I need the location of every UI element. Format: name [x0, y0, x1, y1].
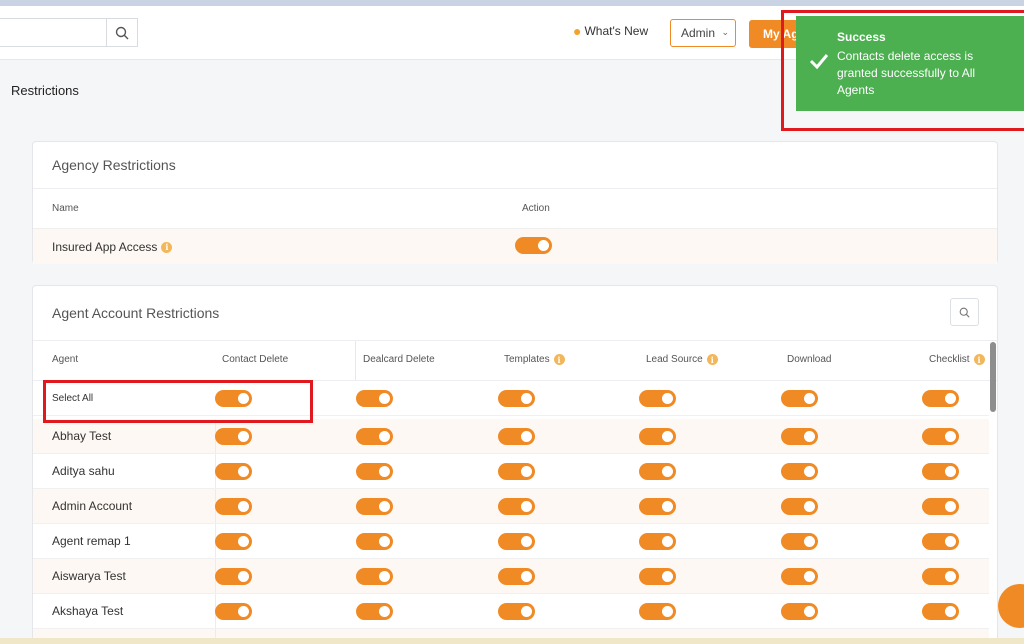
column-header-agent: Agent — [52, 354, 79, 365]
contact-delete-toggle[interactable] — [215, 498, 252, 515]
checklist-toggle[interactable] — [922, 568, 959, 585]
select-all-dealcard-delete-toggle[interactable] — [356, 390, 393, 407]
dealcard-delete-toggle[interactable] — [356, 603, 393, 620]
search-icon — [959, 307, 970, 318]
bottom-bar — [0, 638, 1024, 644]
table-search-button[interactable] — [950, 298, 979, 326]
table-row: Admin Account — [33, 489, 989, 524]
dealcard-delete-toggle[interactable] — [356, 533, 393, 550]
select-all-lead-source-toggle[interactable] — [639, 390, 676, 407]
select-all-templates-toggle[interactable] — [498, 390, 535, 407]
agent-name: Aiswarya Test — [52, 569, 126, 583]
info-icon[interactable]: i — [973, 354, 985, 365]
download-toggle[interactable] — [781, 463, 818, 480]
column-header-dealcard-delete: Dealcard Delete — [363, 354, 435, 365]
row-name: Insured App Access — [52, 240, 158, 254]
table-row: Aiswarya Test — [33, 559, 989, 594]
lead-source-toggle[interactable] — [639, 603, 676, 620]
download-toggle[interactable] — [781, 568, 818, 585]
agent-name: Abhay Test — [52, 429, 112, 443]
download-toggle[interactable] — [781, 498, 818, 515]
checklist-toggle[interactable] — [922, 533, 959, 550]
dealcard-delete-toggle[interactable] — [356, 568, 393, 585]
table-row: Akshaya Test — [33, 594, 989, 629]
download-toggle[interactable] — [781, 533, 818, 550]
admin-role-select[interactable]: Admin ⌄ — [670, 19, 736, 47]
select-all-checklist-toggle[interactable] — [922, 390, 959, 407]
templates-toggle[interactable] — [498, 603, 535, 620]
contact-delete-toggle[interactable] — [215, 463, 252, 480]
divider — [33, 340, 997, 341]
templates-toggle[interactable] — [498, 498, 535, 515]
column-header-templates: Templates i — [504, 354, 565, 365]
global-search-input[interactable] — [0, 18, 138, 47]
templates-toggle[interactable] — [498, 533, 535, 550]
dealcard-delete-toggle[interactable] — [356, 463, 393, 480]
select-all-highlight-box — [43, 380, 313, 423]
table-row: Insured App Access i — [33, 228, 997, 264]
divider — [33, 188, 997, 189]
whats-new-label: What's New — [584, 24, 649, 38]
column-header-contact-delete: Contact Delete — [222, 354, 289, 365]
checklist-toggle[interactable] — [922, 463, 959, 480]
lead-source-label: Lead Source — [646, 354, 703, 365]
checklist-toggle[interactable] — [922, 428, 959, 445]
dealcard-delete-toggle[interactable] — [356, 428, 393, 445]
lead-source-toggle[interactable] — [639, 568, 676, 585]
lead-source-toggle[interactable] — [639, 428, 676, 445]
whats-new-link[interactable]: ● What's New — [573, 23, 648, 39]
contact-delete-toggle[interactable] — [215, 603, 252, 620]
templates-toggle[interactable] — [498, 463, 535, 480]
contact-delete-toggle[interactable] — [215, 568, 252, 585]
download-toggle[interactable] — [781, 428, 818, 445]
chevron-down-icon: ⌄ — [721, 27, 729, 37]
dealcard-delete-toggle[interactable] — [356, 498, 393, 515]
table-row: Aditya sahu — [33, 454, 989, 489]
column-header-download: Download — [787, 354, 832, 365]
select-all-download-toggle[interactable] — [781, 390, 818, 407]
table-row: Agent remap 1 — [33, 524, 989, 559]
info-icon[interactable]: i — [553, 354, 565, 365]
toast-highlight-box — [781, 10, 1024, 131]
insured-app-access-toggle[interactable] — [515, 237, 552, 254]
download-toggle[interactable] — [781, 603, 818, 620]
page-title: Restrictions — [11, 83, 79, 98]
lead-source-toggle[interactable] — [639, 498, 676, 515]
agent-name: Agent remap 1 — [52, 534, 131, 548]
info-icon[interactable]: i — [706, 354, 718, 365]
contact-delete-toggle[interactable] — [215, 533, 252, 550]
column-header-lead-source: Lead Source i — [646, 354, 718, 365]
agent-name: Aditya sahu — [52, 464, 115, 478]
column-header-action: Action — [522, 203, 550, 214]
agent-account-restrictions-card: Agent Account Restrictions Agent Contact… — [32, 285, 998, 644]
checklist-toggle[interactable] — [922, 603, 959, 620]
checklist-toggle[interactable] — [922, 498, 959, 515]
chat-widget-button[interactable] — [998, 584, 1024, 628]
agent-restrictions-title: Agent Account Restrictions — [52, 305, 220, 321]
lead-source-toggle[interactable] — [639, 463, 676, 480]
agent-name: Akshaya Test — [52, 604, 124, 618]
lead-source-toggle[interactable] — [639, 533, 676, 550]
header-separator — [355, 341, 356, 381]
checklist-label: Checklist — [929, 354, 970, 365]
agent-name: Admin Account — [52, 499, 133, 513]
contact-delete-toggle[interactable] — [215, 428, 252, 445]
table-row: Abhay Test — [33, 419, 989, 454]
info-icon[interactable]: i — [161, 241, 173, 253]
agency-restrictions-card: Agency Restrictions Name Action Insured … — [32, 141, 998, 264]
flame-icon: ● — [573, 23, 582, 39]
templates-toggle[interactable] — [498, 568, 535, 585]
templates-label: Templates — [504, 354, 550, 365]
column-header-checklist: Checklist i — [929, 354, 985, 365]
agency-restrictions-title: Agency Restrictions — [52, 157, 176, 173]
search-icon[interactable] — [106, 19, 137, 46]
table-scrollbar[interactable] — [990, 342, 996, 412]
admin-select-value: Admin — [681, 26, 716, 40]
templates-toggle[interactable] — [498, 428, 535, 445]
insured-app-access-label: Insured App Access i — [52, 240, 173, 254]
column-header-name: Name — [52, 203, 79, 214]
